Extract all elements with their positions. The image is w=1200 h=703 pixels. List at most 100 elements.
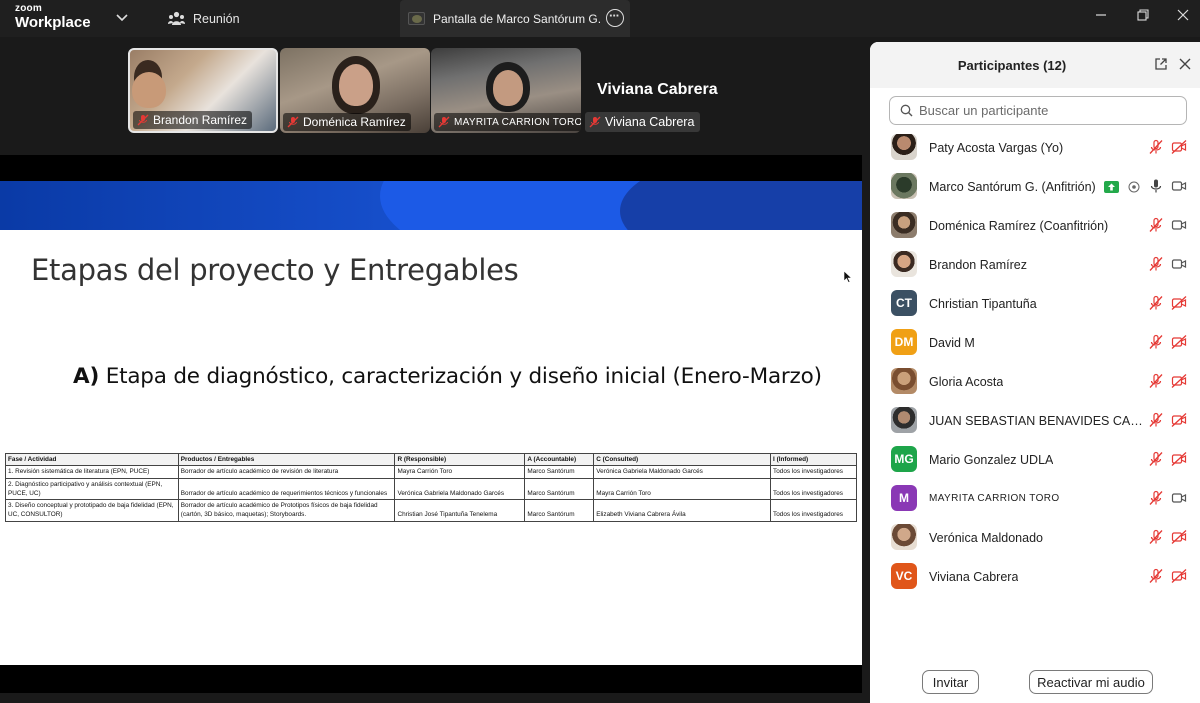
mic-icon[interactable] — [1148, 178, 1164, 194]
table-row: 2. Diagnóstico participativo y análisis … — [5, 477, 857, 501]
table-header-cell: Productos / Entregables — [177, 452, 396, 467]
table-cell: Todos los investigadores — [770, 499, 857, 522]
participant-row[interactable]: DM David M — [870, 323, 1200, 362]
pop-out-icon[interactable] — [1154, 57, 1168, 71]
participant-row[interactable]: Marco Santórum G. (Anfitrión) — [870, 167, 1200, 206]
share-tab-label: Pantalla de Marco Santórum G. — [433, 11, 602, 26]
camera-off-icon[interactable] — [1171, 334, 1187, 350]
participant-name: Christian Tipantuña — [929, 296, 1037, 311]
mic-muted-icon[interactable] — [1148, 334, 1164, 350]
camera-off-icon[interactable] — [1171, 412, 1187, 428]
camera-icon[interactable] — [1171, 178, 1187, 194]
raci-table: Fase / Actividad Productos / Entregables… — [5, 452, 857, 522]
table-row: 1. Revisión sistemática de literatura (E… — [5, 465, 857, 479]
table-cell: Marco Santórum — [524, 477, 595, 501]
mic-muted-icon[interactable] — [1148, 217, 1164, 233]
zoom-window: zoom Workplace Reunión Pantalla de Marco… — [0, 0, 1200, 703]
focus-icon — [1128, 180, 1140, 198]
video-name-bar[interactable]: Viviana Cabrera — [585, 112, 701, 132]
mic-muted-icon[interactable] — [1148, 295, 1164, 311]
invite-button[interactable]: Invitar — [922, 670, 979, 694]
participant-row[interactable]: MG Mario Gonzalez UDLA — [870, 440, 1200, 479]
mic-muted-icon[interactable] — [1148, 529, 1164, 545]
table-cell: Marco Santórum — [524, 499, 595, 522]
participant-row[interactable]: M MAYRITA CARRION TORO — [870, 479, 1200, 518]
chevron-down-icon[interactable] — [114, 9, 130, 25]
mic-muted-icon[interactable] — [1148, 139, 1164, 155]
video-name: Brandon Ramírez — [153, 113, 248, 127]
table-cell: 1. Revisión sistemática de literatura (E… — [5, 465, 179, 479]
camera-off-icon[interactable] — [1171, 139, 1187, 155]
camera-off-icon[interactable] — [1171, 451, 1187, 467]
camera-icon[interactable] — [1171, 256, 1187, 272]
mic-muted-icon[interactable] — [1148, 568, 1164, 584]
avatar — [891, 407, 917, 433]
mic-muted-icon[interactable] — [1148, 490, 1164, 506]
video-tile[interactable]: MAYRITA CARRION TORO — [431, 48, 581, 133]
camera-off-icon[interactable] — [1171, 295, 1187, 311]
table-header-cell: I (Informed) — [770, 452, 857, 467]
participant-row[interactable]: Doménica Ramírez (Coanfitrión) — [870, 206, 1200, 245]
mic-muted-icon[interactable] — [1148, 412, 1164, 428]
camera-off-icon[interactable] — [1171, 568, 1187, 584]
participant-row[interactable]: Verónica Maldonado — [870, 518, 1200, 557]
table-cell: 3. Diseño conceptual y prototipado de ba… — [5, 499, 179, 522]
search-field[interactable] — [889, 96, 1187, 125]
avatar: MG — [891, 446, 917, 472]
screen-share-tab[interactable]: Pantalla de Marco Santórum G. — [400, 0, 630, 37]
camera-icon[interactable] — [1171, 217, 1187, 233]
close-window-icon[interactable] — [1170, 5, 1196, 25]
table-cell: Christian José Tipantuña Tenelema — [394, 499, 526, 522]
table-cell: Verónica Gabriela Maldonado Garcés — [394, 477, 526, 501]
zoom-logo[interactable]: zoom Workplace — [15, 4, 91, 31]
mouse-cursor-icon — [843, 270, 852, 283]
participant-row[interactable]: CT Christian Tipantuña — [870, 284, 1200, 323]
screen-share-icon — [1104, 180, 1119, 198]
slide-banner — [0, 181, 862, 230]
table-cell: Todos los investigadores — [770, 465, 857, 479]
table-cell: Mayra Carrión Toro — [394, 465, 526, 479]
mic-muted-icon[interactable] — [1148, 373, 1164, 389]
avatar: CT — [891, 290, 917, 316]
video-tile[interactable]: Brandon Ramírez — [128, 48, 278, 133]
search-input[interactable] — [919, 103, 1179, 118]
restore-icon[interactable] — [1130, 5, 1156, 25]
participant-name: Brandon Ramírez — [929, 257, 1027, 272]
reactivate-audio-button[interactable]: Reactivar mi audio — [1029, 670, 1153, 694]
participant-row[interactable]: Brandon Ramírez — [870, 245, 1200, 284]
camera-off-icon[interactable] — [1171, 529, 1187, 545]
participant-row[interactable]: JUAN SEBASTIAN BENAVIDES CARDE... — [870, 401, 1200, 440]
close-icon[interactable] — [1178, 57, 1192, 71]
table-header-row: Fase / Actividad Productos / Entregables… — [5, 452, 857, 467]
camera-icon[interactable] — [1171, 490, 1187, 506]
mic-muted-icon[interactable] — [1148, 256, 1164, 272]
table-cell: Verónica Gabriela Maldonado Garcés — [593, 465, 772, 479]
avatar: VC — [891, 563, 917, 589]
meeting-tab[interactable]: Reunión — [160, 0, 248, 37]
mic-muted-icon[interactable] — [1148, 451, 1164, 467]
mic-muted-icon — [287, 116, 299, 128]
mic-muted-icon — [137, 114, 149, 126]
active-speaker-name: Viviana Cabrera — [597, 81, 718, 98]
minimize-icon[interactable] — [1088, 5, 1114, 25]
participant-row[interactable]: Gloria Acosta — [870, 362, 1200, 401]
participants-panel: Participantes (12) Paty Acosta Vargas (Y… — [870, 42, 1200, 703]
participant-name: Viviana Cabrera — [929, 569, 1019, 584]
slide-subtitle: A) Etapa de diagnóstico, caracterización… — [73, 364, 822, 389]
more-options-icon[interactable] — [606, 8, 624, 27]
table-cell: Borrador de artículo académico de Protot… — [177, 499, 396, 522]
participant-row[interactable]: VC Viviana Cabrera — [870, 557, 1200, 596]
table-cell: Marco Santórum — [524, 465, 595, 479]
video-name: Viviana Cabrera — [605, 115, 695, 129]
table-header-cell: C (Consulted) — [593, 452, 772, 467]
video-tile[interactable]: Doménica Ramírez — [280, 48, 430, 133]
shared-screen[interactable]: Etapas del proyecto y Entregables A) Eta… — [0, 155, 862, 693]
table-header-cell: R (Responsible) — [394, 452, 526, 467]
participant-list: Paty Acosta Vargas (Yo) Marco Santórum G.… — [870, 128, 1200, 596]
camera-off-icon[interactable] — [1171, 373, 1187, 389]
participant-row[interactable]: Paty Acosta Vargas (Yo) — [870, 128, 1200, 167]
mic-muted-icon — [438, 116, 450, 128]
search-icon — [900, 104, 913, 117]
avatar — [891, 524, 917, 550]
presentation-slide: Etapas del proyecto y Entregables A) Eta… — [0, 181, 862, 665]
